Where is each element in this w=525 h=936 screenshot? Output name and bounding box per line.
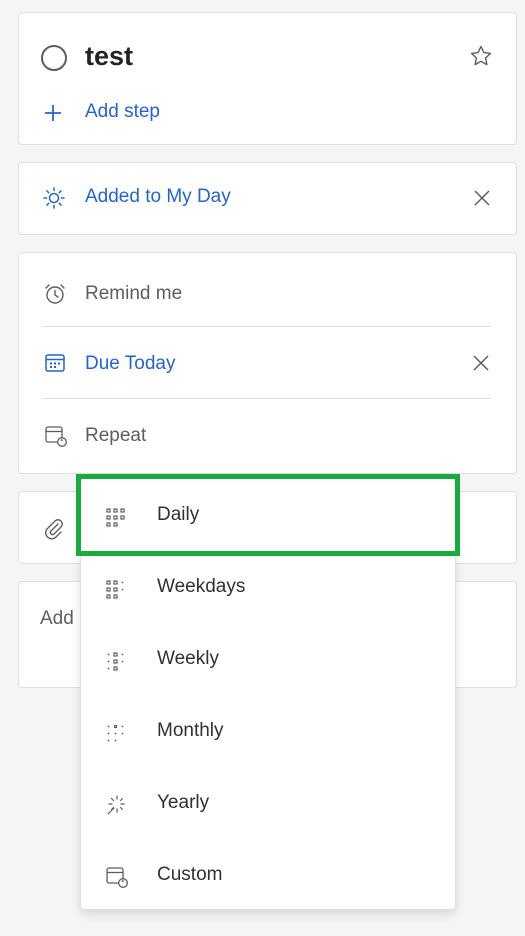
- task-card: test Add step: [18, 12, 517, 145]
- custom-icon: [105, 865, 129, 889]
- due-date-button[interactable]: Due Today: [85, 353, 176, 375]
- repeat-option-custom[interactable]: Custom: [81, 841, 455, 911]
- repeat-option-weekly[interactable]: Weekly: [81, 625, 455, 695]
- monthly-icon: [105, 721, 129, 745]
- star-icon[interactable]: [468, 43, 494, 69]
- plus-icon[interactable]: [41, 101, 65, 125]
- divider: [42, 398, 491, 399]
- close-icon[interactable]: [471, 187, 493, 209]
- paperclip-icon: [41, 516, 67, 542]
- task-title[interactable]: test: [85, 41, 133, 72]
- repeat-option-weekdays[interactable]: Weekdays: [81, 553, 455, 623]
- repeat-icon: [43, 423, 69, 449]
- repeat-option-monthly[interactable]: Monthly: [81, 697, 455, 767]
- my-day-label[interactable]: Added to My Day: [85, 186, 231, 208]
- remind-me-button[interactable]: Remind me: [85, 283, 182, 305]
- complete-checkbox-icon[interactable]: [39, 43, 69, 73]
- repeat-option-yearly[interactable]: Yearly: [81, 769, 455, 839]
- add-step-button[interactable]: Add step: [85, 101, 160, 123]
- clear-due-date-icon[interactable]: [470, 352, 492, 374]
- divider: [42, 326, 491, 327]
- sun-icon: [41, 185, 67, 211]
- note-placeholder: Add: [40, 608, 74, 629]
- alarm-clock-icon: [42, 281, 68, 307]
- menu-item-label: Weekly: [157, 648, 219, 669]
- weekly-icon: [105, 649, 129, 673]
- my-day-card: Added to My Day: [18, 162, 517, 235]
- repeat-button[interactable]: Repeat: [85, 425, 146, 447]
- calendar-icon: [43, 351, 67, 375]
- menu-item-label: Weekdays: [157, 576, 246, 597]
- dates-card: Remind me Due Today Repeat: [18, 252, 517, 474]
- highlight-box: [76, 474, 460, 556]
- menu-item-label: Yearly: [157, 792, 210, 813]
- menu-item-label: Monthly: [157, 720, 224, 741]
- menu-item-label: Custom: [157, 864, 223, 885]
- yearly-icon: [105, 793, 129, 817]
- weekdays-icon: [105, 577, 129, 601]
